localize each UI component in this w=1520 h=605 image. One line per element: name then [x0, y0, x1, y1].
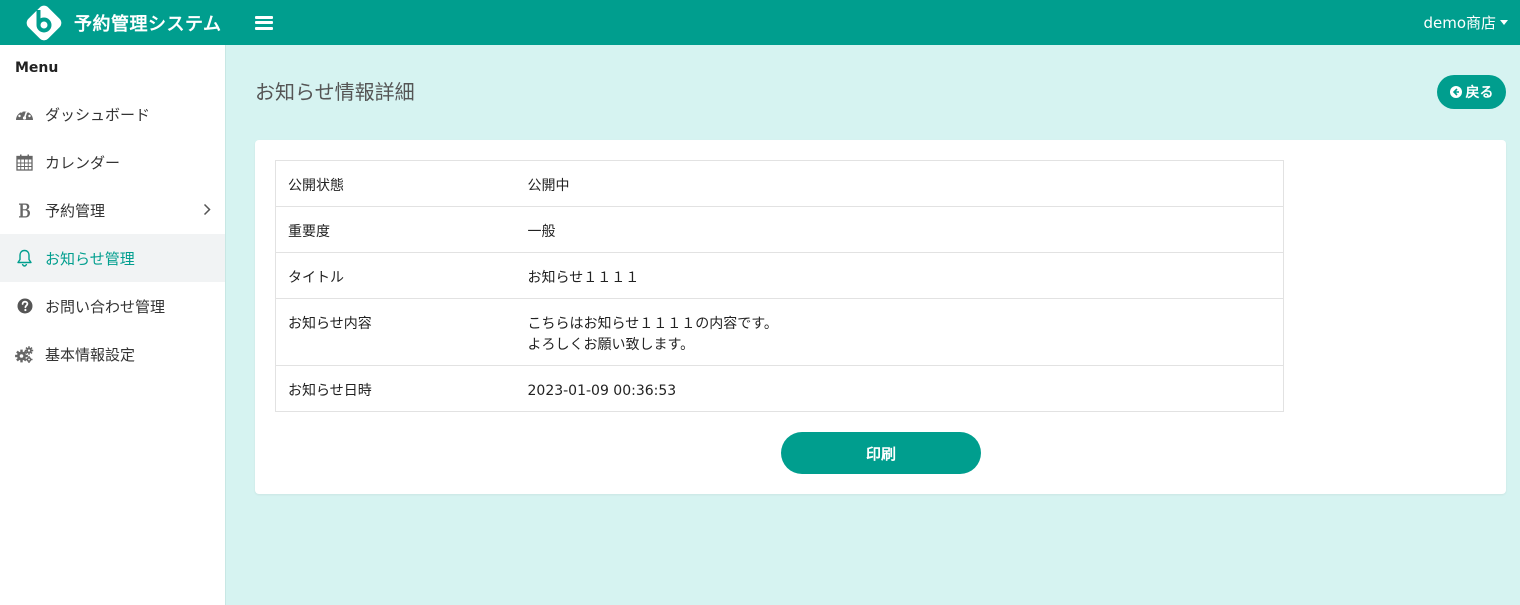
table-row: タイトル お知らせ１１１１ [275, 252, 1284, 299]
sidebar-item-label: 予約管理 [45, 201, 106, 220]
sidebar-item-inquiries[interactable]: お問い合わせ管理 [0, 282, 225, 330]
user-menu-label: demo商店 [1423, 14, 1496, 32]
notice-detail-card: 公開状態 公開中 重要度 一般 タイトル お知らせ１１１１ お知らせ内容 こちら… [255, 140, 1506, 494]
row-label-content: お知らせ内容 [275, 298, 528, 366]
row-label-importance: 重要度 [275, 206, 528, 253]
gears-icon [15, 345, 34, 364]
sidebar-item-label: 基本情報設定 [45, 345, 136, 364]
dashboard-icon [15, 105, 34, 124]
sidebar-item-label: ダッシュボード [45, 105, 151, 124]
back-button-label: 戻る [1465, 85, 1494, 101]
content-line: こちらはお知らせ１１１１の内容です。 [527, 316, 778, 332]
sidebar-item-notices[interactable]: お知らせ管理 [0, 234, 225, 282]
print-button[interactable]: 印刷 [781, 432, 981, 474]
sidebar-item-label: お知らせ管理 [45, 249, 135, 268]
arrow-left-circle-icon [1449, 86, 1462, 98]
table-row: 公開状態 公開中 [275, 160, 1284, 207]
title-value: お知らせ１１１１ [527, 252, 1284, 299]
status-value: 公開中 [527, 160, 1284, 207]
table-row: 重要度 一般 [275, 206, 1284, 253]
sidebar-item-basic-settings[interactable]: 基本情報設定 [0, 330, 225, 378]
sidebar-item-dashboard[interactable]: ダッシュボード [0, 90, 225, 138]
bold-b-icon [15, 201, 34, 220]
row-label-datetime: お知らせ日時 [275, 365, 528, 412]
row-label-status: 公開状態 [275, 160, 528, 207]
sidebar-item-calendar[interactable]: カレンダー [0, 138, 225, 186]
back-button[interactable]: 戻る [1437, 75, 1506, 109]
importance-value: 一般 [527, 206, 1284, 253]
sidebar: Menu ダッシュボード カレンダー 予約管理 お知らせ管理 お問い合わせ管理 … [0, 45, 226, 605]
top-bar: 予約管理システム demo商店 [0, 0, 1520, 45]
brand[interactable]: 予約管理システム [0, 0, 225, 45]
user-menu[interactable]: demo商店 [1423, 0, 1508, 45]
datetime-value: 2023-01-09 00:36:53 [527, 365, 1284, 412]
app-name: 予約管理システム [74, 13, 222, 35]
content-line: よろしくお願い致します。 [527, 337, 695, 353]
chevron-right-icon [203, 203, 211, 216]
app-logo-icon [26, 5, 62, 40]
hamburger-menu-icon[interactable] [255, 15, 273, 30]
calendar-icon [15, 153, 34, 172]
table-row: お知らせ日時 2023-01-09 00:36:53 [275, 365, 1284, 412]
sidebar-item-label: カレンダー [45, 153, 121, 172]
notice-detail-table: 公開状態 公開中 重要度 一般 タイトル お知らせ１１１１ お知らせ内容 こちら… [275, 160, 1284, 412]
bell-icon [15, 249, 34, 268]
table-row: お知らせ内容 こちらはお知らせ１１１１の内容です。 よろしくお願い致します。 [275, 298, 1284, 366]
caret-down-icon [1500, 20, 1508, 25]
page-title: お知らせ情報詳細 [255, 80, 415, 104]
sidebar-item-reservations[interactable]: 予約管理 [0, 186, 225, 234]
row-label-title: タイトル [275, 252, 528, 299]
sidebar-item-label: お問い合わせ管理 [45, 297, 166, 316]
question-circle-icon [15, 297, 34, 316]
content-value: こちらはお知らせ１１１１の内容です。 よろしくお願い致します。 [527, 298, 1284, 366]
sidebar-menu-title: Menu [15, 60, 59, 76]
